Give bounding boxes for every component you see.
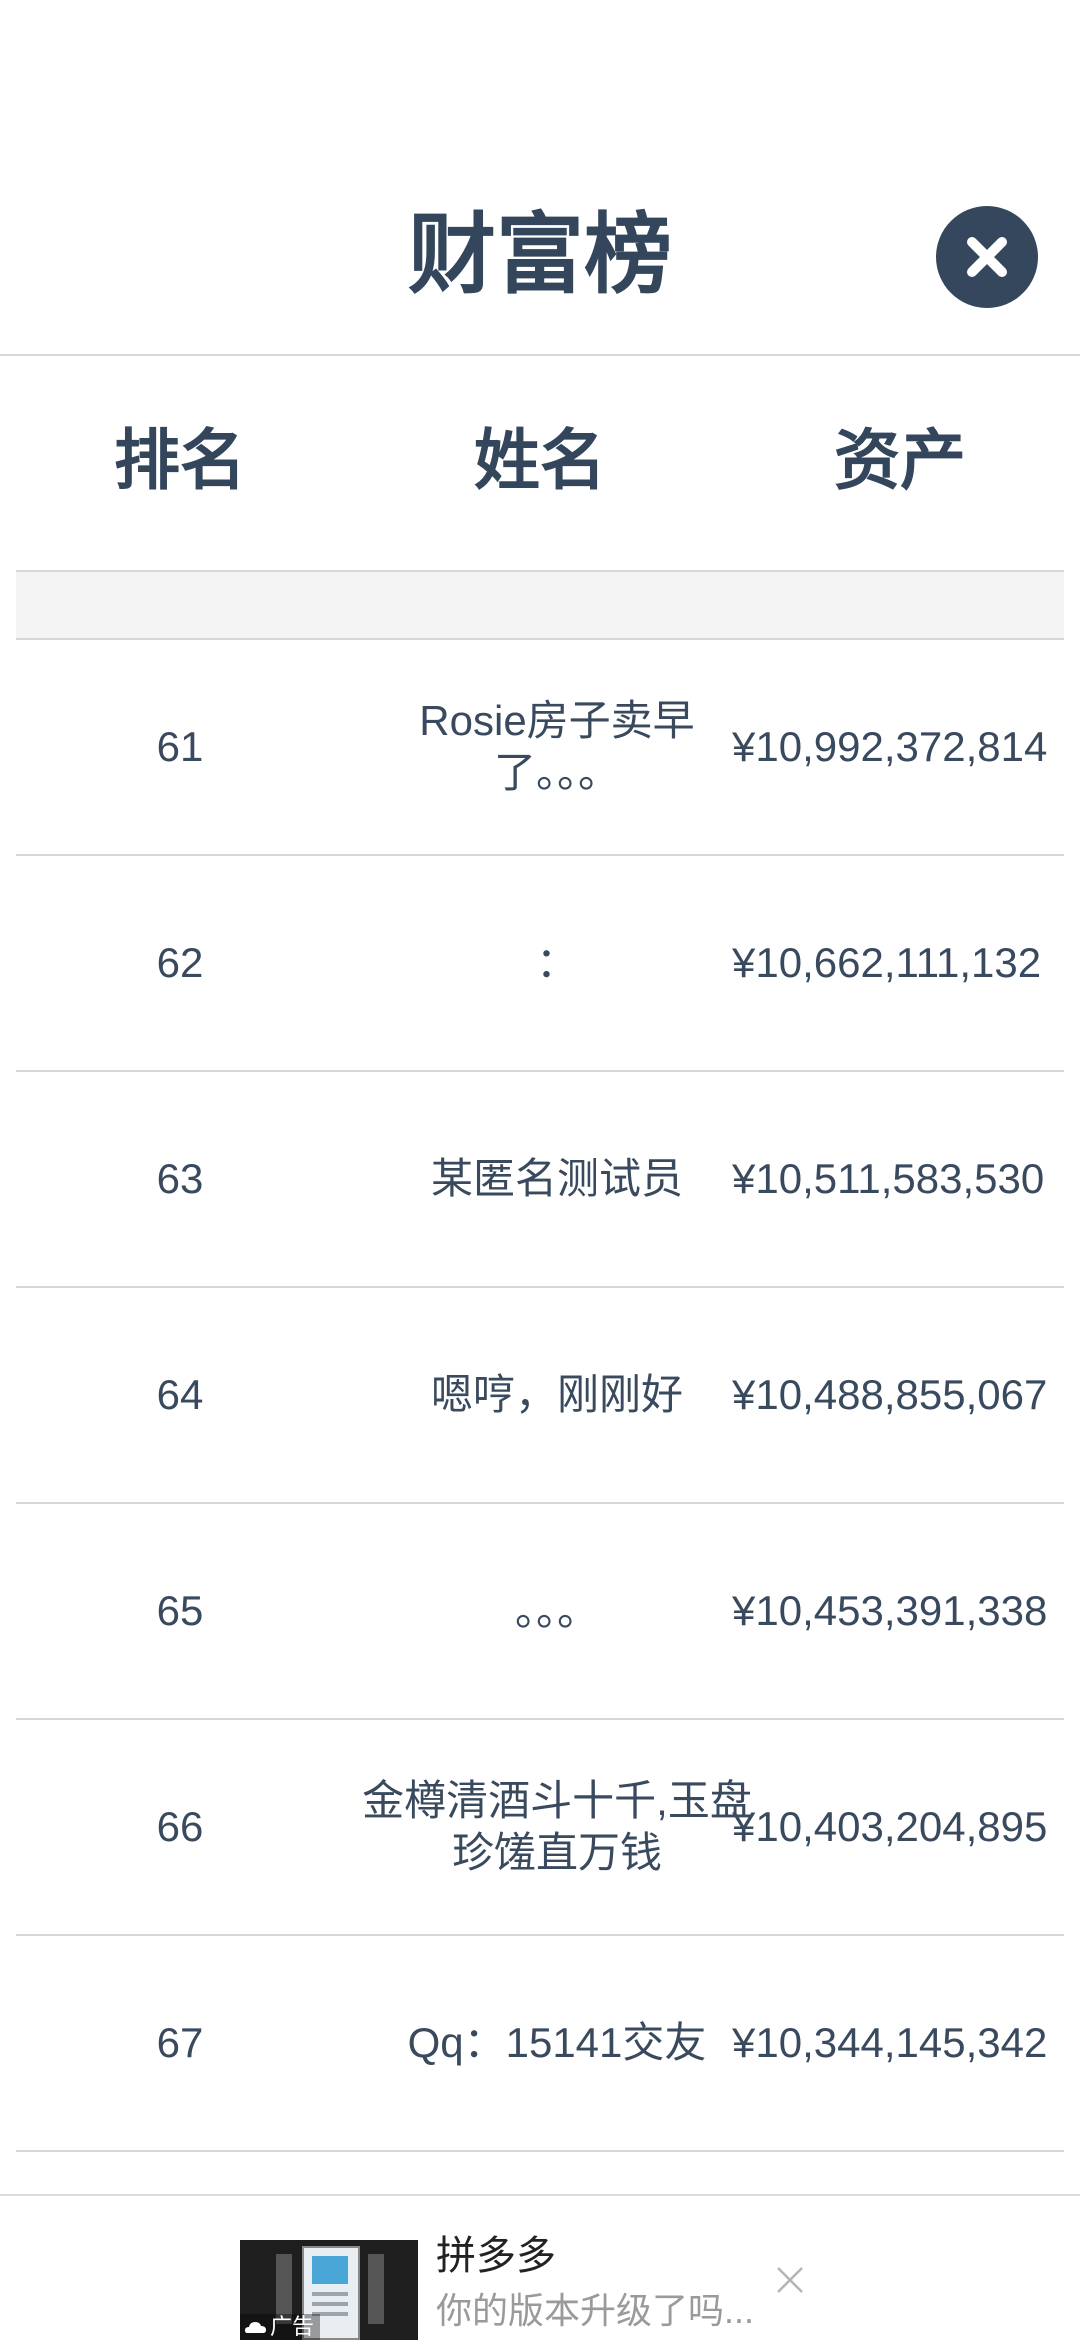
column-header-rank: 排名 <box>114 423 246 497</box>
rank-cell: 67 <box>156 2019 204 2066</box>
assets-cell: ¥10,662,111,132 <box>732 939 1042 986</box>
ad-thumbnail[interactable]: 广告 <box>240 2240 418 2340</box>
assets-cell: ¥10,344,145,342 <box>732 2019 1048 2066</box>
ad-close-button[interactable] <box>774 2264 806 2296</box>
close-icon <box>777 2267 803 2293</box>
table-row: 62 ： ¥10,662,111,132 <box>16 856 1064 1072</box>
table-header: 排名 姓名 资产 <box>0 400 1080 520</box>
ad-tag: 广告 <box>240 2314 321 2340</box>
leaderboard-table: 61 Rosie房子卖早了。。。 ¥10,992,372,814 62 ： ¥1… <box>16 570 1064 2152</box>
name-cell: ： <box>535 939 578 986</box>
ad-tag-label: 广告 <box>270 2314 315 2339</box>
assets-cell: ¥10,511,583,530 <box>732 1155 1045 1202</box>
name-cell: Rosie房子卖早了。。。 <box>419 697 695 796</box>
column-header-name: 姓名 <box>474 423 606 497</box>
column-header-assets: 资产 <box>834 423 966 497</box>
table-row: 66 金樽清酒斗十千,玉盘珍馐直万钱 ¥10,403,204,895 <box>16 1720 1064 1936</box>
assets-cell: ¥10,403,204,895 <box>732 1803 1048 1850</box>
name-cell: 某匿名测试员 <box>430 1155 683 1202</box>
name-cell: Qq：15141交友 <box>407 2019 707 2066</box>
assets-cell: ¥10,992,372,814 <box>732 723 1048 770</box>
table-row: 63 某匿名测试员 ¥10,511,583,530 <box>16 1072 1064 1288</box>
rank-cell: 65 <box>156 1587 204 1634</box>
table-subheader-band <box>16 570 1064 640</box>
header-divider <box>0 354 1080 356</box>
rank-cell: 63 <box>156 1155 204 1202</box>
table-row: 61 Rosie房子卖早了。。。 ¥10,992,372,814 <box>16 640 1064 856</box>
table-row: 67 Qq：15141交友 ¥10,344,145,342 <box>16 1936 1064 2152</box>
close-icon <box>967 237 1007 277</box>
rank-cell: 64 <box>156 1371 204 1418</box>
ad-title[interactable]: 拼多多 <box>436 2232 556 2280</box>
name-cell: 嗯哼，刚刚好 <box>430 1371 683 1418</box>
ad-banner[interactable]: 广告 拼多多 你的版本升级了吗... <box>0 2196 1080 2340</box>
ad-thumb-decor <box>368 2254 384 2324</box>
assets-cell: ¥10,453,391,338 <box>732 1587 1048 1634</box>
ad-thumb-lines <box>312 2292 348 2296</box>
table-row: 65 。。。 ¥10,453,391,338 <box>16 1504 1064 1720</box>
modal-title: 财富榜 <box>407 205 672 304</box>
ad-description[interactable]: 你的版本升级了吗... <box>436 2288 756 2334</box>
rank-cell: 61 <box>156 723 204 770</box>
ad-thumb-image <box>312 2256 348 2284</box>
rank-cell: 66 <box>156 1803 204 1850</box>
name-cell: 。。。 <box>514 1587 599 1634</box>
rank-cell: 62 <box>156 939 204 986</box>
cloud-icon <box>245 2322 266 2333</box>
assets-cell: ¥10,488,855,067 <box>732 1371 1048 1418</box>
table-row: 64 嗯哼，刚刚好 ¥10,488,855,067 <box>16 1288 1064 1504</box>
name-cell: 金樽清酒斗十千,玉盘珍馐直万钱 <box>362 1777 752 1876</box>
close-button[interactable] <box>936 206 1038 308</box>
